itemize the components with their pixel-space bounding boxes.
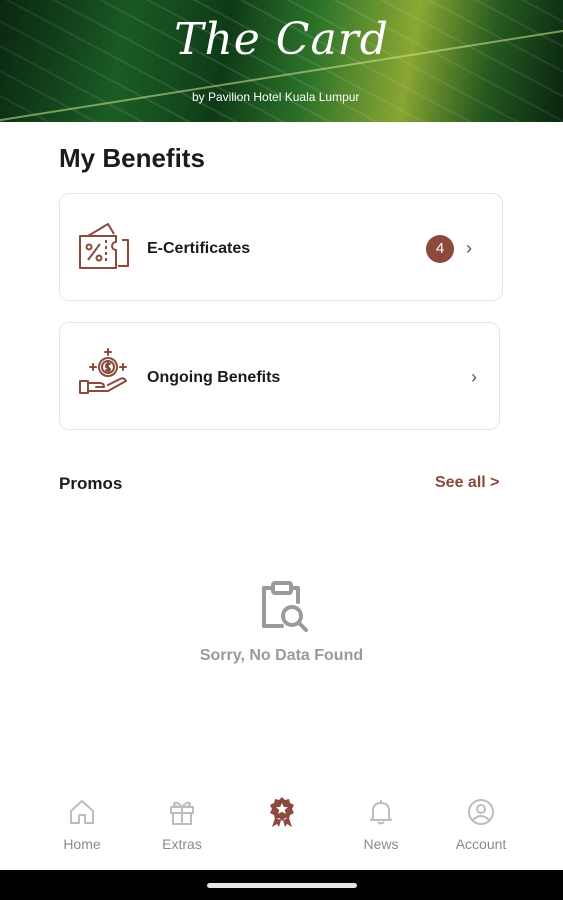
clipboard-search-icon [262,581,308,632]
home-icon [70,800,94,824]
percent-coupon-icon [79,223,129,269]
ongoing-benefits-label: Ongoing Benefits [147,369,281,386]
chevron-right-icon: › [466,238,472,258]
page-title: My Benefits [59,143,205,173]
nav-home-label: Home [63,836,101,852]
bottom-navigation: Home Extras News Account [0,780,563,870]
user-icon [468,799,494,825]
chevron-right-icon: › [471,367,477,387]
nav-news[interactable]: News [331,780,431,870]
empty-state-message: Sorry, No Data Found [199,647,364,664]
app-logo-title: The Card [174,14,389,65]
see-all-link[interactable]: See all > [435,474,500,492]
promos-heading: Promos [59,474,123,493]
app-logo-subtitle: by Pavilion Hotel Kuala Lumpur [192,90,360,104]
header-banner: The Card by Pavilion Hotel Kuala Lumpur [0,0,563,122]
ongoing-benefits-card[interactable]: Ongoing Benefits › [59,322,500,430]
nav-benefits[interactable] [232,780,332,870]
bell-icon [370,800,392,825]
nav-account[interactable]: Account [431,780,531,870]
e-certificates-card[interactable]: E-Certificates 4 › [59,193,503,301]
award-badge-icon [270,797,294,827]
e-certificates-label: E-Certificates [147,240,251,257]
nav-news-label: News [363,836,399,852]
count-badge: 4 [426,235,454,263]
nav-account-label: Account [455,836,507,852]
nav-extras-label: Extras [162,836,202,852]
system-navigation-bar [0,870,563,900]
nav-home[interactable]: Home [32,780,132,870]
nav-extras[interactable]: Extras [132,780,232,870]
home-gesture-handle[interactable] [207,883,357,888]
hand-coin-icon [79,348,127,394]
gift-icon [170,801,194,825]
